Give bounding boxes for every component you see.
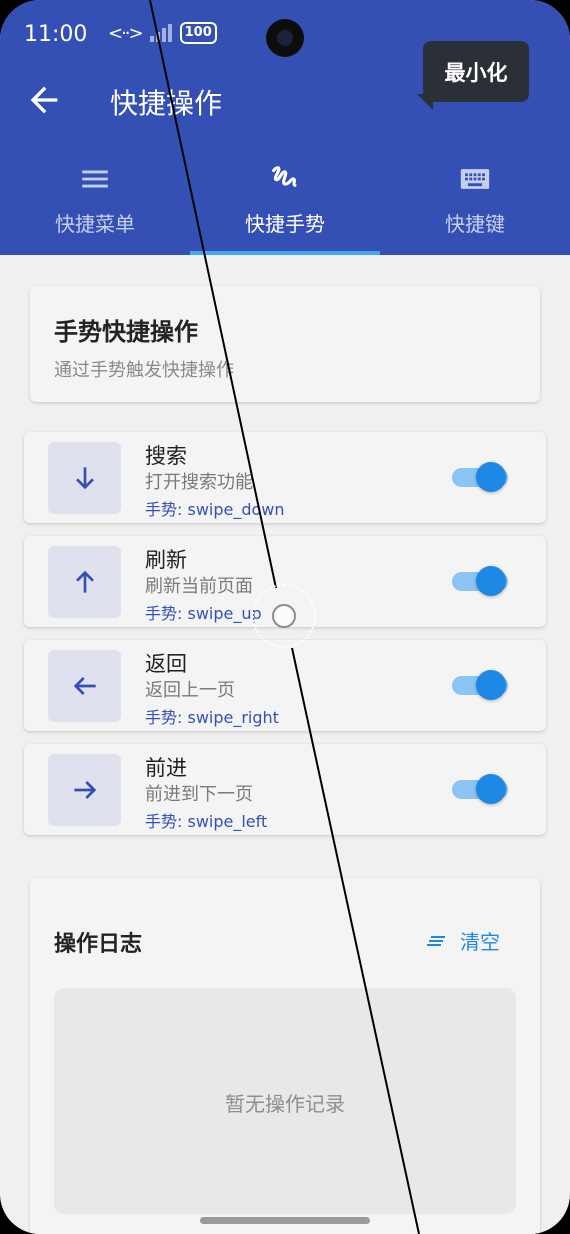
gesture-title: 搜索 xyxy=(145,444,187,468)
gesture-item-forward[interactable]: 前进 前进到下一页 手势: swipe_left xyxy=(24,744,546,835)
tab-label: 快捷键 xyxy=(445,212,505,236)
battery-icon: 100 xyxy=(179,22,217,44)
back-arrow-icon[interactable] xyxy=(24,80,64,120)
tab-quick-gesture[interactable]: 快捷手势 xyxy=(190,150,380,255)
gesture-type: 手势: swipe_up xyxy=(145,604,262,623)
keyboard-icon xyxy=(460,169,490,189)
gesture-toggle[interactable] xyxy=(452,774,508,804)
gesture-toggle[interactable] xyxy=(452,566,508,596)
tab-quick-menu[interactable]: 快捷菜单 xyxy=(0,150,190,255)
screen: 11:00 <··> 100 快捷操作 快捷菜单 快捷手势 快捷键 最小化 手势… xyxy=(0,0,570,1234)
gesture-toggle[interactable] xyxy=(452,462,508,492)
intro-title: 手势快捷操作 xyxy=(54,318,198,346)
tab-bar: 快捷菜单 快捷手势 快捷键 xyxy=(0,150,570,255)
gesture-icon xyxy=(272,166,297,187)
signal-icon xyxy=(149,24,172,42)
gesture-title: 返回 xyxy=(145,652,187,676)
status-icons: <··> 100 xyxy=(108,22,217,44)
app-header: 11:00 <··> 100 快捷操作 快捷菜单 快捷手势 快捷键 最小化 xyxy=(0,0,570,255)
page-title: 快捷操作 xyxy=(110,87,223,120)
gesture-description: 刷新当前页面 xyxy=(145,576,253,597)
operation-log-card: 操作日志 清空 暂无操作记录 xyxy=(30,878,540,1234)
clear-log-button[interactable]: 清空 xyxy=(424,926,500,955)
arrow-down-icon xyxy=(48,442,121,514)
camera-cutout xyxy=(266,19,304,57)
log-empty-text: 暂无操作记录 xyxy=(225,1092,345,1116)
log-title: 操作日志 xyxy=(54,932,143,957)
intro-card: 手势快捷操作 通过手势触发快捷操作 xyxy=(30,286,540,402)
gesture-type: 手势: swipe_down xyxy=(145,500,285,519)
menu-icon xyxy=(82,170,108,188)
gesture-description: 前进到下一页 xyxy=(145,784,253,805)
home-indicator[interactable] xyxy=(200,1217,370,1224)
touch-indicator xyxy=(272,604,296,628)
nfc-icon: <··> xyxy=(108,22,144,44)
tab-label: 快捷菜单 xyxy=(55,212,135,236)
tab-label: 快捷手势 xyxy=(245,212,325,236)
gesture-type: 手势: swipe_left xyxy=(145,812,268,831)
gesture-toggle[interactable] xyxy=(452,670,508,700)
gesture-title: 前进 xyxy=(145,756,187,780)
arrow-up-icon xyxy=(48,546,121,618)
minimize-tooltip: 最小化 xyxy=(417,41,529,110)
gesture-description: 返回上一页 xyxy=(145,680,235,701)
arrow-right-icon xyxy=(48,754,121,826)
clear-label: 清空 xyxy=(460,930,500,954)
gesture-item-back[interactable]: 返回 返回上一页 手势: swipe_right xyxy=(24,640,546,731)
log-empty-area: 暂无操作记录 xyxy=(54,988,516,1214)
status-time: 11:00 xyxy=(24,22,88,47)
intro-description: 通过手势触发快捷操作 xyxy=(54,360,234,381)
tab-shortcut-keys[interactable]: 快捷键 xyxy=(380,150,570,255)
gesture-title: 刷新 xyxy=(145,548,187,572)
gesture-item-search[interactable]: 搜索 打开搜索功能 手势: swipe_down xyxy=(24,432,546,523)
gesture-type: 手势: swipe_right xyxy=(145,708,279,727)
clear-all-icon xyxy=(427,935,445,946)
gesture-description: 打开搜索功能 xyxy=(145,472,253,493)
arrow-left-icon xyxy=(48,650,121,722)
